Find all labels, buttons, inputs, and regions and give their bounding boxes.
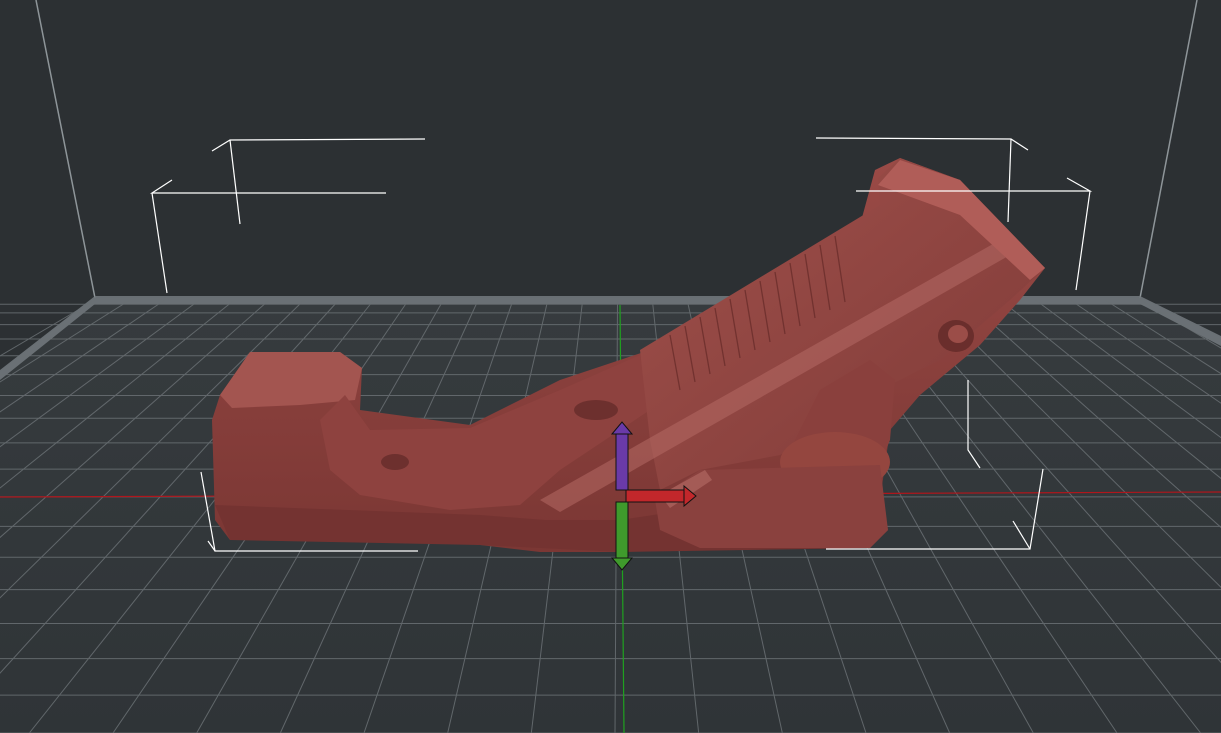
3d-viewport[interactable] xyxy=(0,0,1221,733)
